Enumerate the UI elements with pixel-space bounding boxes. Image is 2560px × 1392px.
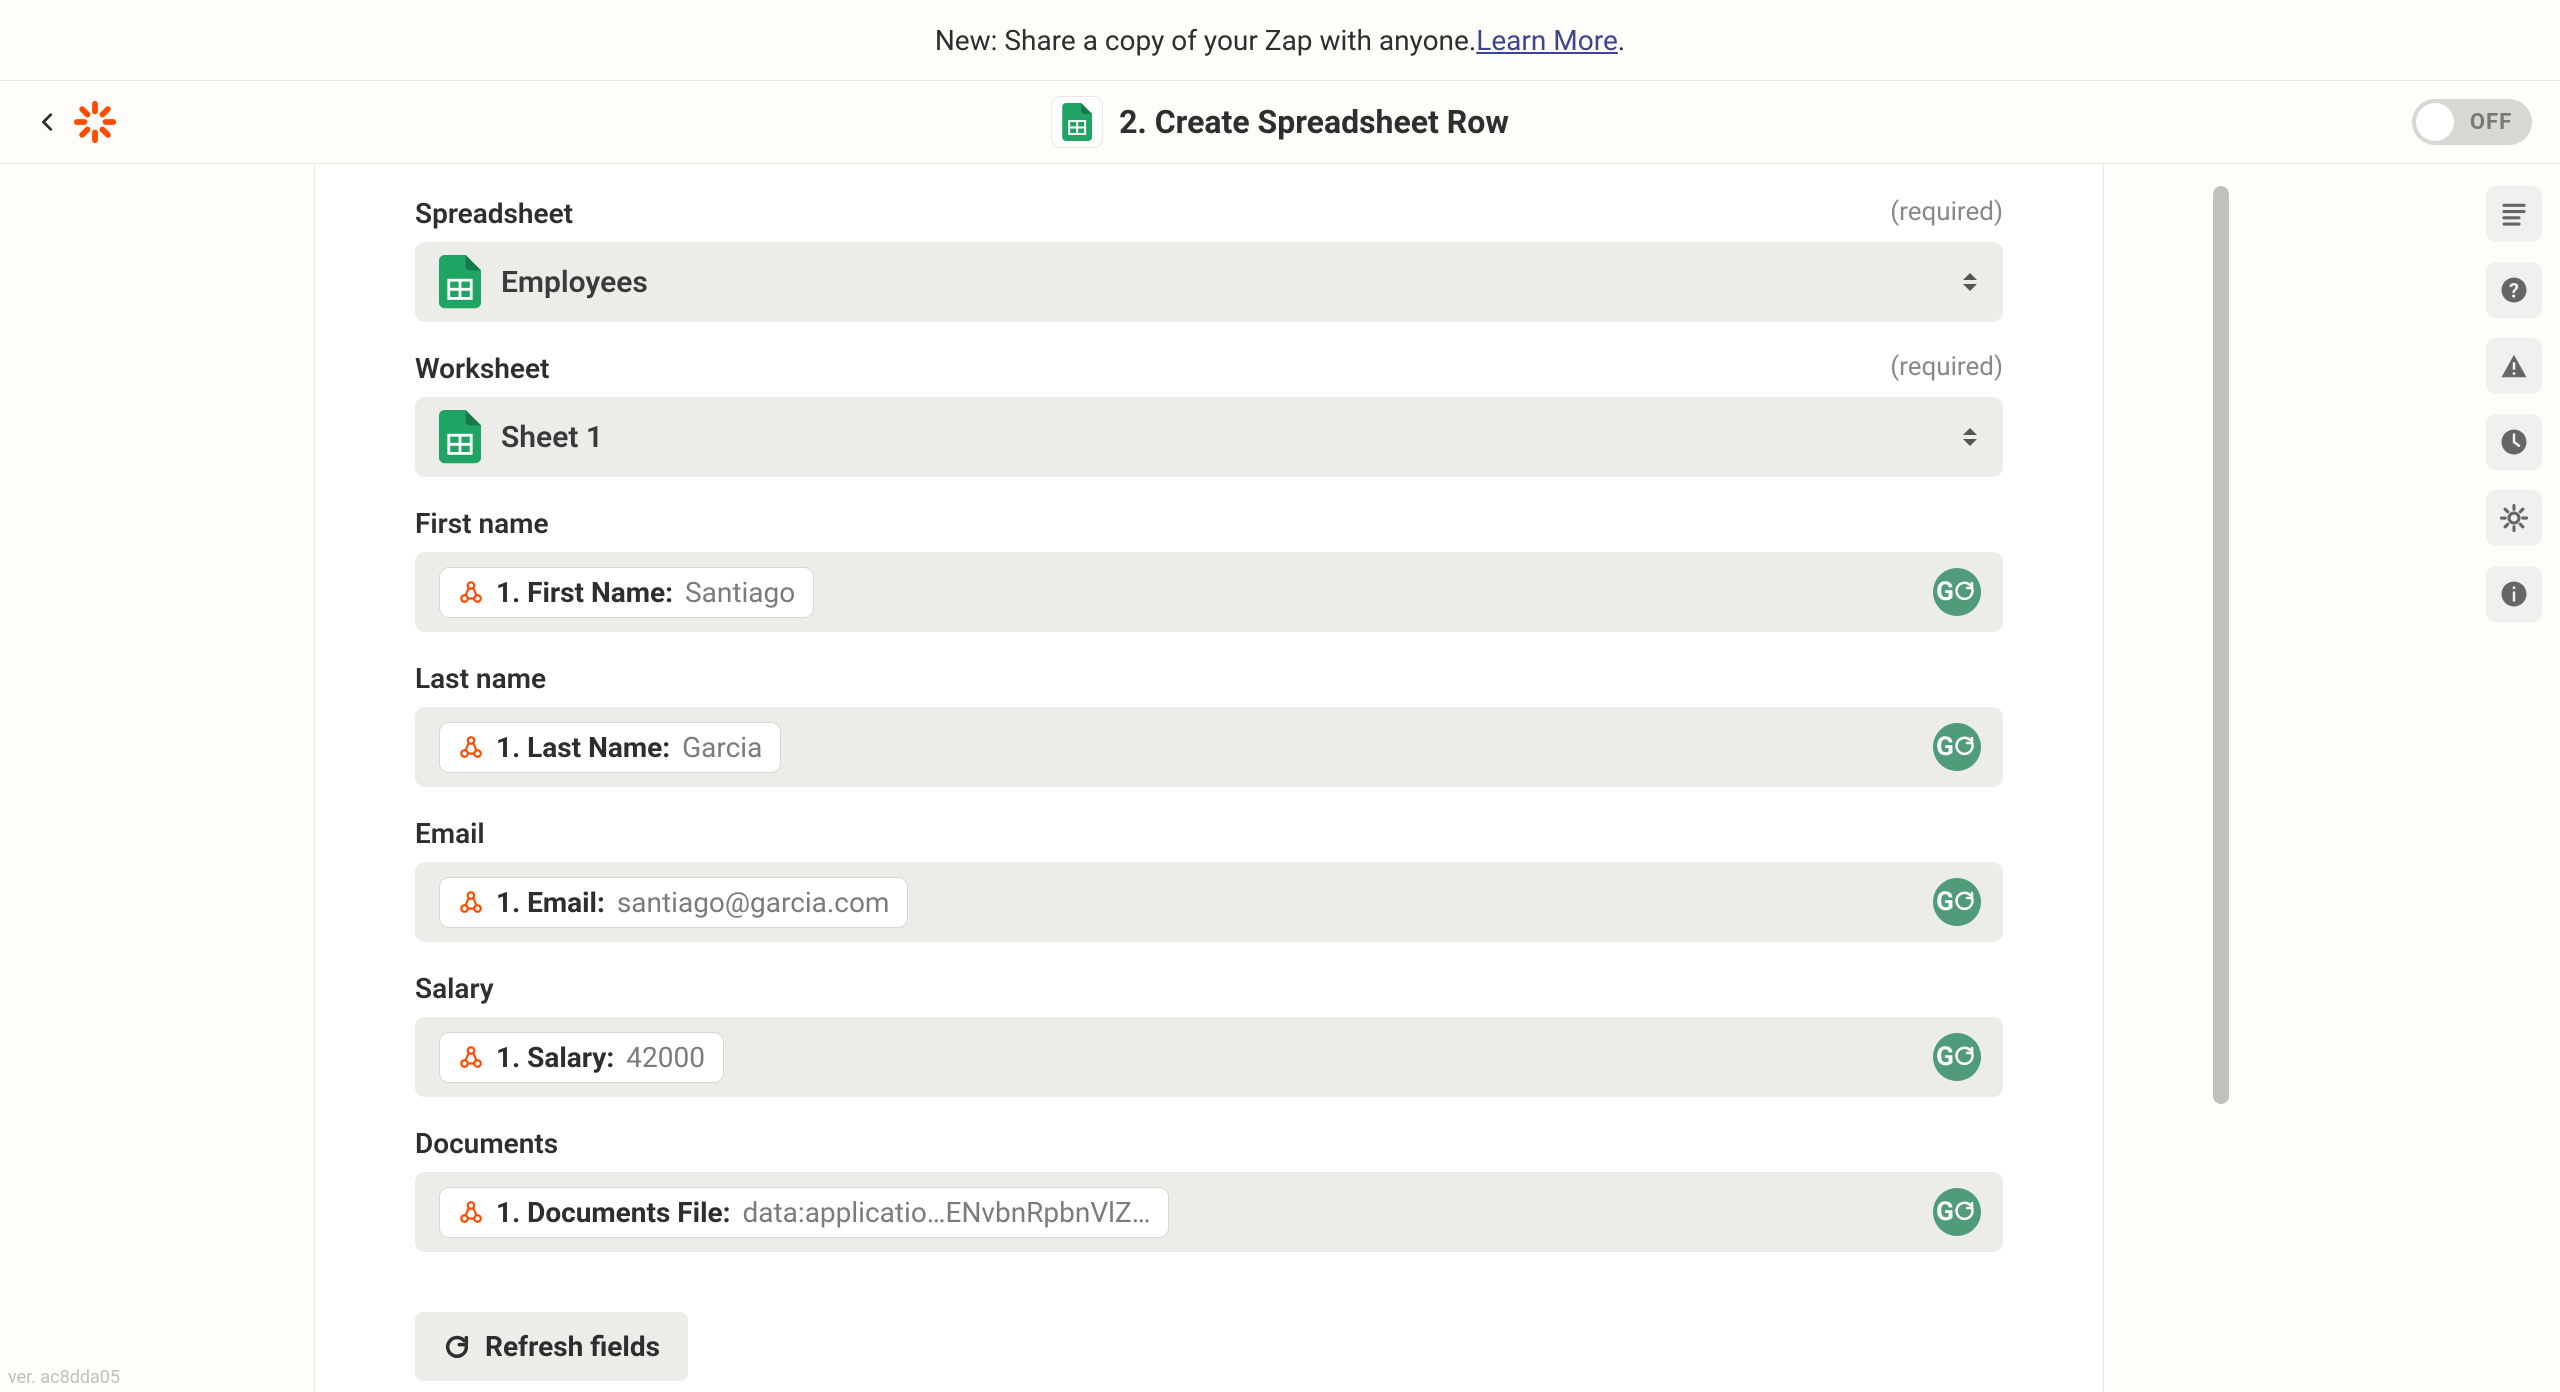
toggle-label: OFF	[2454, 110, 2528, 135]
field-documents: Documents 1. Documents File: data:applic…	[415, 1127, 2003, 1252]
field-worksheet: Worksheet (required) Sheet 1	[415, 352, 2003, 477]
documents-pill-key: 1. Documents File:	[496, 1196, 731, 1229]
announcement-text: New: Share a copy of your Zap with anyon…	[935, 24, 1476, 57]
rail-history-button[interactable]	[2486, 414, 2542, 470]
help-icon: ?	[2499, 275, 2529, 305]
grammarly-badge[interactable]: G	[1933, 723, 1981, 771]
field-first-name: First name 1. First Name: Santiago G	[415, 507, 2003, 632]
rail-settings-button[interactable]	[2486, 490, 2542, 546]
rail-alerts-button[interactable]	[2486, 338, 2542, 394]
header-bar: 2. Create Spreadsheet Row OFF	[0, 80, 2560, 164]
announcement-suffix: .	[1618, 24, 1625, 57]
email-input[interactable]: 1. Email: santiago@garcia.com G	[415, 862, 2003, 942]
back-button[interactable]	[28, 102, 68, 142]
editor-panel-inner: Spreadsheet (required) Employees Workshe…	[315, 165, 2103, 1392]
email-pill[interactable]: 1. Email: santiago@garcia.com	[439, 877, 908, 928]
spreadsheet-select[interactable]: Employees	[415, 242, 2003, 322]
zapier-logo-icon	[72, 99, 118, 145]
worksheet-label: Worksheet	[415, 352, 549, 385]
refresh-fields-label: Refresh fields	[485, 1330, 660, 1363]
email-pill-key: 1. Email:	[496, 886, 605, 919]
grammarly-badge[interactable]: G	[1933, 1033, 1981, 1081]
salary-pill[interactable]: 1. Salary: 42000	[439, 1032, 724, 1083]
email-label: Email	[415, 817, 485, 850]
warning-icon	[2499, 351, 2529, 381]
salary-label: Salary	[415, 972, 494, 1005]
first-name-input[interactable]: 1. First Name: Santiago G	[415, 552, 2003, 632]
zap-toggle[interactable]: OFF	[2412, 99, 2532, 145]
grammarly-badge[interactable]: G	[1933, 1188, 1981, 1236]
rail-help-button[interactable]: ?	[2486, 262, 2542, 318]
rail-info-button[interactable]	[2486, 566, 2542, 622]
email-pill-val: santiago@garcia.com	[617, 886, 890, 919]
field-last-name: Last name 1. Last Name: Garcia G	[415, 662, 2003, 787]
first-name-pill[interactable]: 1. First Name: Santiago	[439, 567, 814, 618]
salary-pill-key: 1. Salary:	[496, 1041, 614, 1074]
spreadsheet-required: (required)	[1890, 197, 2003, 230]
first-name-label: First name	[415, 507, 549, 540]
rail-outline-button[interactable]	[2486, 186, 2542, 242]
last-name-pill-key: 1. Last Name:	[496, 731, 670, 764]
salary-pill-val: 42000	[626, 1041, 705, 1074]
info-icon	[2499, 579, 2529, 609]
worksheet-required: (required)	[1890, 352, 2003, 385]
toggle-knob	[2416, 103, 2454, 141]
svg-text:?: ?	[2509, 279, 2519, 303]
list-icon	[2499, 199, 2529, 229]
first-name-pill-key: 1. First Name:	[496, 576, 673, 609]
grammarly-badge[interactable]: G	[1933, 878, 1981, 926]
worksheet-select[interactable]: Sheet 1	[415, 397, 2003, 477]
zapier-logo[interactable]	[72, 99, 118, 145]
webhook-icon	[458, 1044, 484, 1070]
clock-icon	[2499, 427, 2529, 457]
google-sheets-icon	[1062, 103, 1092, 141]
refresh-fields-button[interactable]: Refresh fields	[415, 1312, 688, 1381]
salary-input[interactable]: 1. Salary: 42000 G	[415, 1017, 2003, 1097]
google-sheets-icon	[439, 256, 481, 308]
sort-icon	[1961, 426, 1979, 448]
google-sheets-icon	[439, 411, 481, 463]
field-salary: Salary 1. Salary: 42000 G	[415, 972, 2003, 1097]
webhook-icon	[458, 889, 484, 915]
step-title: 2. Create Spreadsheet Row	[1119, 103, 1509, 141]
webhook-icon	[458, 579, 484, 605]
last-name-label: Last name	[415, 662, 546, 695]
field-spreadsheet: Spreadsheet (required) Employees	[415, 197, 2003, 322]
documents-pill-val: data:applicatio…ENvbnRpbnVlZ…	[743, 1196, 1151, 1229]
refresh-icon	[443, 1333, 471, 1361]
webhook-icon	[458, 1199, 484, 1225]
app-chip-google-sheets	[1051, 96, 1103, 148]
last-name-pill[interactable]: 1. Last Name: Garcia	[439, 722, 781, 773]
learn-more-link[interactable]: Learn More	[1476, 24, 1618, 57]
chevron-left-icon	[37, 111, 59, 133]
gear-icon	[2499, 503, 2529, 533]
webhook-icon	[458, 734, 484, 760]
documents-label: Documents	[415, 1127, 558, 1160]
worksheet-value: Sheet 1	[501, 420, 1961, 455]
spreadsheet-label: Spreadsheet	[415, 197, 573, 230]
documents-pill[interactable]: 1. Documents File: data:applicatio…ENvbn…	[439, 1187, 1169, 1238]
editor-panel: Spreadsheet (required) Employees Workshe…	[314, 165, 2104, 1392]
documents-input[interactable]: 1. Documents File: data:applicatio…ENvbn…	[415, 1172, 2003, 1252]
version-text: ver. ac8dda05	[8, 1367, 120, 1388]
spreadsheet-value: Employees	[501, 265, 1961, 300]
last-name-pill-val: Garcia	[682, 731, 762, 764]
header-center: 2. Create Spreadsheet Row	[1051, 96, 1509, 148]
announcement-banner: New: Share a copy of your Zap with anyon…	[0, 0, 2560, 80]
first-name-pill-val: Santiago	[685, 576, 795, 609]
grammarly-badge[interactable]: G	[1933, 568, 1981, 616]
scrollbar-thumb[interactable]	[2213, 186, 2229, 1104]
right-sidebar: ?	[2486, 186, 2542, 622]
sort-icon	[1961, 271, 1979, 293]
field-email: Email 1. Email: santiago@garcia.com G	[415, 817, 2003, 942]
last-name-input[interactable]: 1. Last Name: Garcia G	[415, 707, 2003, 787]
